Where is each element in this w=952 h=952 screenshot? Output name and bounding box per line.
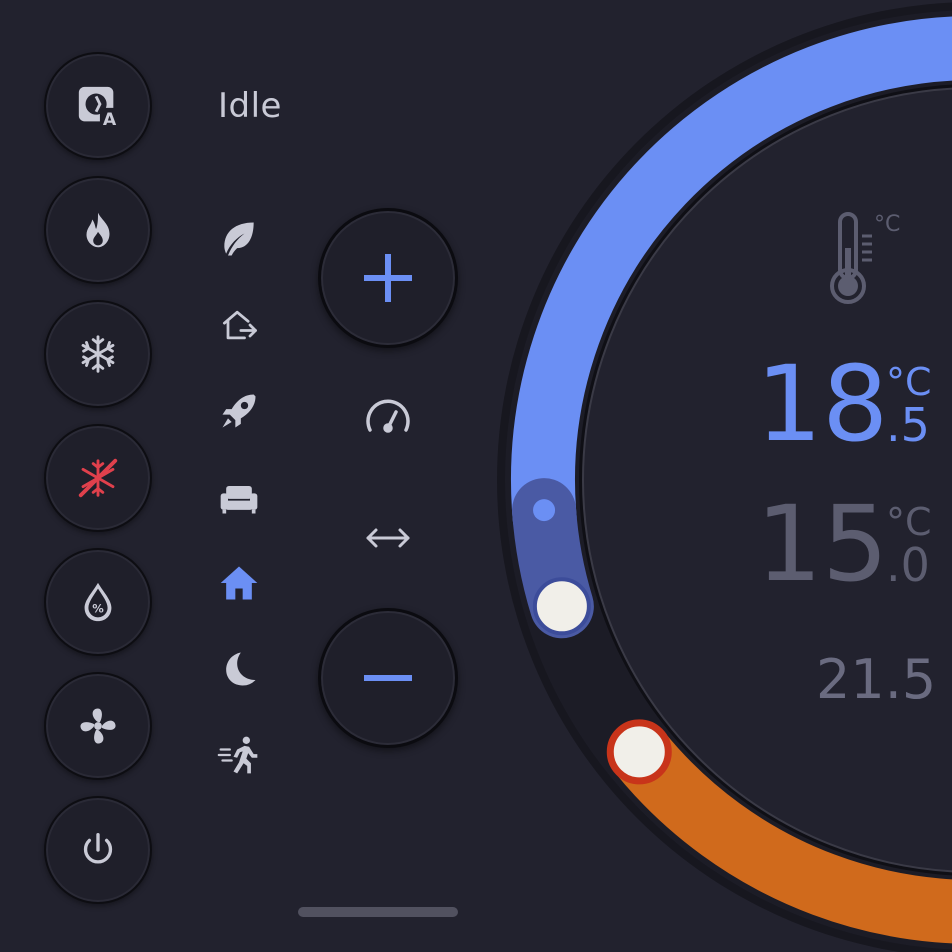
sofa-icon xyxy=(220,486,258,514)
mode-dry-button[interactable]: % xyxy=(44,548,152,656)
mode-fan-button[interactable] xyxy=(44,672,152,780)
plus-icon xyxy=(364,254,412,302)
preset-boost-button[interactable] xyxy=(212,384,266,438)
preset-eco-button[interactable] xyxy=(212,212,266,266)
snowflake-off-icon xyxy=(78,458,118,498)
moon-icon xyxy=(226,652,256,686)
water-percent-icon: % xyxy=(84,582,112,622)
high-setpoint-decimal: .5 xyxy=(886,398,930,452)
low-setpoint-integer: 15 xyxy=(756,483,889,605)
run-icon xyxy=(217,736,258,774)
preset-away-button[interactable] xyxy=(212,298,266,352)
drag-handle[interactable] xyxy=(298,907,458,917)
current-temperature: 21.5 xyxy=(816,648,937,711)
arrow-horizontal-icon xyxy=(366,528,410,548)
fan-icon xyxy=(80,708,116,744)
mode-auto-button[interactable]: A xyxy=(44,52,152,160)
fire-icon xyxy=(86,212,110,248)
thermometer-unit: °C xyxy=(874,212,901,237)
speedometer-icon xyxy=(366,399,410,433)
heat-setpoint-handle[interactable] xyxy=(606,719,672,785)
current-temp-marker xyxy=(533,499,556,522)
mode-power-button[interactable] xyxy=(44,796,152,904)
mode-heat-button[interactable] xyxy=(44,176,152,284)
fan-speed-button[interactable] xyxy=(360,390,416,446)
high-setpoint-integer: 18 xyxy=(756,343,889,465)
low-setpoint-decimal: .0 xyxy=(886,538,930,592)
rocket-icon xyxy=(222,394,256,428)
preset-home-button[interactable] xyxy=(212,556,266,610)
cool-setpoint-handle[interactable] xyxy=(532,577,591,636)
hvac-status: Idle xyxy=(218,86,282,126)
home-export-icon xyxy=(222,310,257,340)
leaf-icon xyxy=(224,222,254,256)
preset-activity-button[interactable] xyxy=(212,728,266,782)
power-icon xyxy=(83,832,113,864)
preset-sleep-button[interactable] xyxy=(212,642,266,696)
snowflake-icon xyxy=(81,335,115,373)
swing-mode-button[interactable] xyxy=(360,510,416,566)
increase-temp-button[interactable] xyxy=(318,208,458,348)
preset-comfort-button[interactable] xyxy=(212,470,266,524)
low-setpoint-display: 15 xyxy=(756,492,888,596)
svg-text:%: % xyxy=(92,602,104,616)
svg-text:A: A xyxy=(103,110,117,129)
high-setpoint-display: 18 xyxy=(756,352,888,456)
mode-cool-button[interactable] xyxy=(44,300,152,408)
mode-off-cool-button[interactable] xyxy=(44,424,152,532)
minus-icon xyxy=(364,675,412,681)
thermostat-auto-icon: A xyxy=(78,86,120,129)
decrease-temp-button[interactable] xyxy=(318,608,458,748)
home-icon xyxy=(220,566,258,600)
